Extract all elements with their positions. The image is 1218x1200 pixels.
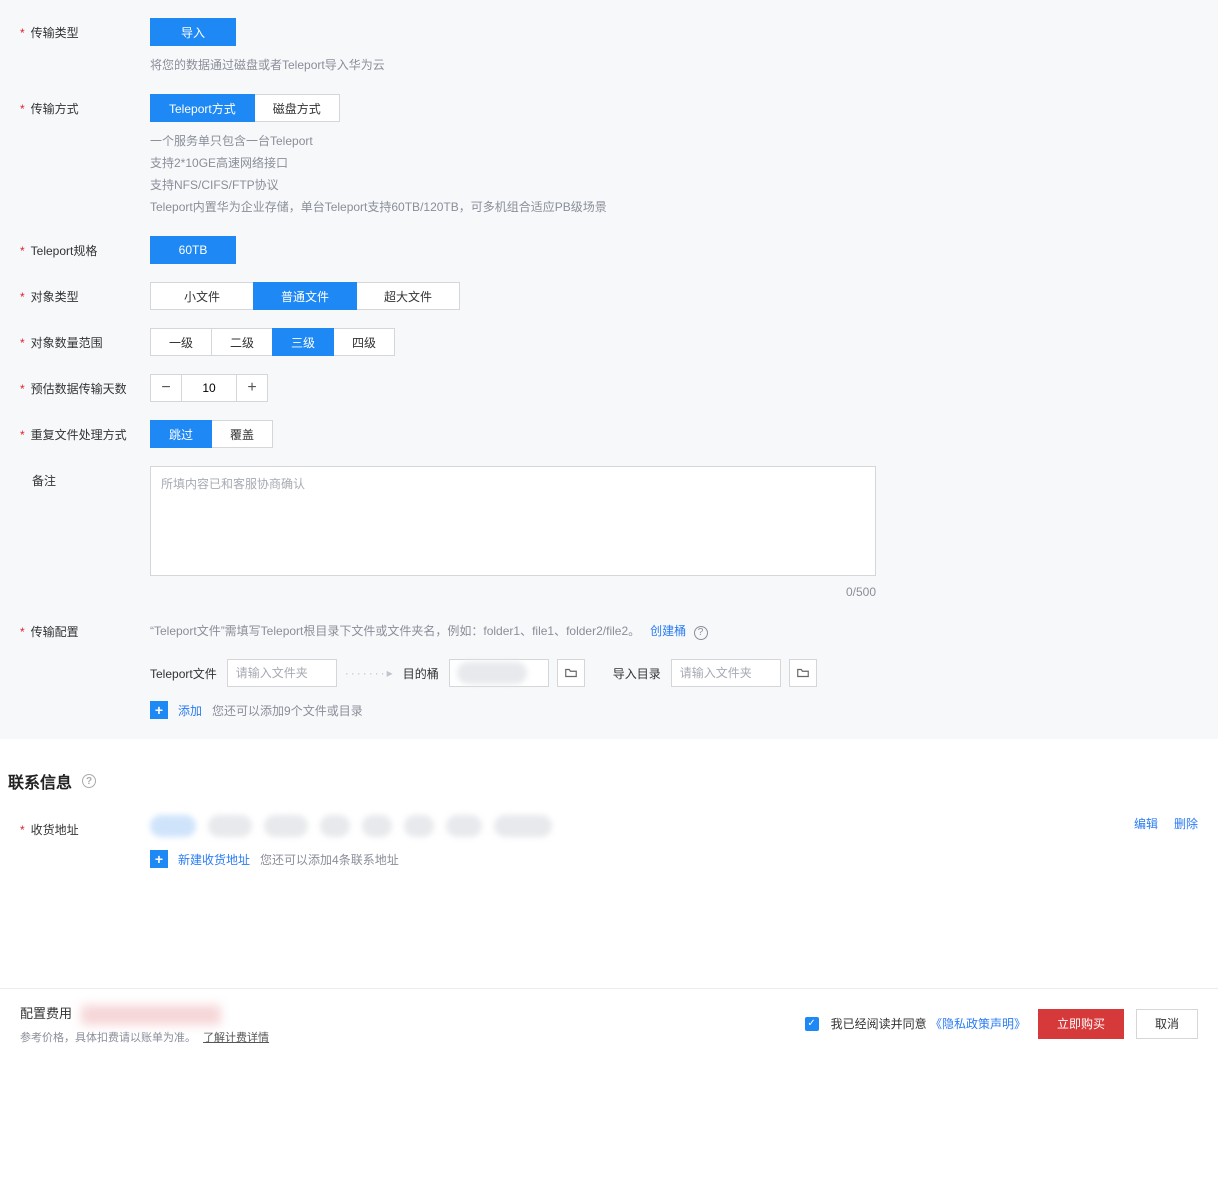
dest-bucket-redacted <box>457 662 527 684</box>
buy-now-button[interactable]: 立即购买 <box>1038 1009 1124 1039</box>
object-count-1[interactable]: 一级 <box>150 328 212 356</box>
duplicate-skip[interactable]: 跳过 <box>150 420 212 448</box>
new-address-hint: 您还可以添加4条联系地址 <box>260 851 399 868</box>
new-address-link[interactable]: 新建收货地址 <box>178 851 250 868</box>
import-dir-input[interactable] <box>671 659 781 687</box>
add-file-hint: 您还可以添加9个文件或目录 <box>212 702 363 719</box>
new-address-plus-icon[interactable]: + <box>150 850 168 868</box>
dest-bucket-browse-button[interactable] <box>557 659 585 687</box>
row-object-type: 对象类型 小文件 普通文件 超大文件 <box>20 264 1198 310</box>
contact-section: 联系信息 ? 收货地址 编辑 删除 + 新建收货地址 您还可以添加4条联系地址 <box>0 739 1218 908</box>
address-redacted <box>208 815 252 837</box>
cancel-button[interactable]: 取消 <box>1136 1009 1198 1039</box>
add-file-plus-icon[interactable]: + <box>150 701 168 719</box>
object-type-normal[interactable]: 普通文件 <box>253 282 357 310</box>
create-bucket-link[interactable]: 创建桶 <box>650 624 686 638</box>
transfer-fields-row: Teleport文件 ·······▸ 目的桶 导入目录 <box>150 659 1198 687</box>
transmit-mode-desc: 一个服务单只包含一台Teleport 支持2*10GE高速网络接口 支持NFS/… <box>150 130 1198 218</box>
teleport-file-label: Teleport文件 <box>150 665 217 682</box>
estimate-days-input[interactable] <box>182 374 236 402</box>
import-dir-label: 导入目录 <box>613 665 661 682</box>
notes-counter: 0/500 <box>150 585 876 599</box>
add-file-link[interactable]: 添加 <box>178 702 202 719</box>
agree-text: 我已经阅读并同意 <box>831 1017 927 1031</box>
estimate-days-increment[interactable]: + <box>236 374 268 402</box>
config-fee-redacted <box>81 1005 221 1025</box>
privacy-policy-link[interactable]: 《隐私政策声明》 <box>930 1017 1026 1031</box>
address-redacted <box>320 815 350 837</box>
address-redacted <box>150 815 196 837</box>
teleport-file-input[interactable] <box>227 659 337 687</box>
transfer-config-desc: “Teleport文件”需填写Teleport根目录下文件或文件夹名，例如：fo… <box>150 624 640 638</box>
object-type-large[interactable]: 超大文件 <box>356 282 460 310</box>
transmit-type-desc: 将您的数据通过磁盘或者Teleport导入华为云 <box>150 54 1198 76</box>
transmit-mode-teleport[interactable]: Teleport方式 <box>150 94 255 122</box>
object-count-3[interactable]: 三级 <box>272 328 334 356</box>
fee-desc-text: 参考价格，具体扣费请以账单为准。 <box>20 1032 196 1044</box>
add-file-row: + 添加 您还可以添加9个文件或目录 <box>150 701 1198 719</box>
address-redacted <box>404 815 434 837</box>
question-icon[interactable]: ? <box>82 774 96 788</box>
folder-icon <box>564 666 578 680</box>
row-teleport-spec: Teleport规格 60TB <box>20 218 1198 264</box>
transmit-mode-segment: Teleport方式 磁盘方式 <box>150 94 340 122</box>
address-redacted <box>264 815 308 837</box>
address-row: 收货地址 编辑 删除 <box>8 815 1198 838</box>
address-actions: 编辑 删除 <box>1134 815 1198 832</box>
address-redacted <box>446 815 482 837</box>
contact-title: 联系信息 ? <box>8 769 1198 793</box>
transmit-type-import-button[interactable]: 导入 <box>150 18 236 46</box>
address-delete-link[interactable]: 删除 <box>1174 815 1198 832</box>
address-edit-link[interactable]: 编辑 <box>1134 815 1158 832</box>
row-transfer-config: 传输配置 “Teleport文件”需填写Teleport根目录下文件或文件夹名，… <box>20 599 1198 719</box>
estimate-days-stepper: − + <box>150 374 268 402</box>
row-duplicate: 重复文件处理方式 跳过 覆盖 <box>20 402 1198 448</box>
label-estimate-days: 预估数据传输天数 <box>20 374 150 397</box>
config-form-section: 传输类型 导入 将您的数据通过磁盘或者Teleport导入华为云 传输方式 Te… <box>0 0 1218 739</box>
label-address: 收货地址 <box>20 815 150 838</box>
label-object-type: 对象类型 <box>20 282 150 305</box>
label-object-count: 对象数量范围 <box>20 328 150 351</box>
object-count-segment: 一级 二级 三级 四级 <box>150 328 395 356</box>
row-transmit-type: 传输类型 导入 将您的数据通过磁盘或者Teleport导入华为云 <box>20 0 1198 76</box>
object-type-small[interactable]: 小文件 <box>150 282 254 310</box>
address-pills <box>150 815 552 837</box>
label-teleport-spec: Teleport规格 <box>20 236 150 259</box>
folder-icon <box>796 666 810 680</box>
footer-bar: 配置费用 参考价格，具体扣费请以账单为准。 了解计费详情 ✓ 我已经阅读并同意 … <box>0 988 1218 1059</box>
transmit-mode-disk[interactable]: 磁盘方式 <box>254 94 340 122</box>
label-notes: 备注 <box>20 466 150 489</box>
object-count-4[interactable]: 四级 <box>333 328 395 356</box>
billing-detail-link[interactable]: 了解计费详情 <box>203 1032 269 1044</box>
arrow-icon: ·······▸ <box>345 666 395 680</box>
label-duplicate: 重复文件处理方式 <box>20 420 150 443</box>
question-icon[interactable]: ? <box>694 626 708 640</box>
row-estimate-days: 预估数据传输天数 − + <box>20 356 1198 402</box>
dest-bucket-label: 目的桶 <box>403 665 439 682</box>
estimate-days-decrement[interactable]: − <box>150 374 182 402</box>
address-redacted <box>494 815 552 837</box>
address-redacted <box>362 815 392 837</box>
label-transmit-type: 传输类型 <box>20 18 150 41</box>
config-fee-label: 配置费用 <box>20 1006 72 1021</box>
notes-textarea[interactable] <box>150 466 876 576</box>
row-object-count: 对象数量范围 一级 二级 三级 四级 <box>20 310 1198 356</box>
label-transfer-config: 传输配置 <box>20 617 150 640</box>
object-type-segment: 小文件 普通文件 超大文件 <box>150 282 460 310</box>
row-transmit-mode: 传输方式 Teleport方式 磁盘方式 一个服务单只包含一台Teleport … <box>20 76 1198 218</box>
row-notes: 备注 0/500 <box>20 448 1198 599</box>
duplicate-overwrite[interactable]: 覆盖 <box>211 420 273 448</box>
duplicate-segment: 跳过 覆盖 <box>150 420 273 448</box>
agree-checkbox[interactable]: ✓ <box>805 1017 819 1031</box>
label-transmit-mode: 传输方式 <box>20 94 150 117</box>
object-count-2[interactable]: 二级 <box>211 328 273 356</box>
teleport-spec-60tb[interactable]: 60TB <box>150 236 236 264</box>
new-address-row: + 新建收货地址 您还可以添加4条联系地址 <box>150 850 1198 868</box>
import-dir-browse-button[interactable] <box>789 659 817 687</box>
